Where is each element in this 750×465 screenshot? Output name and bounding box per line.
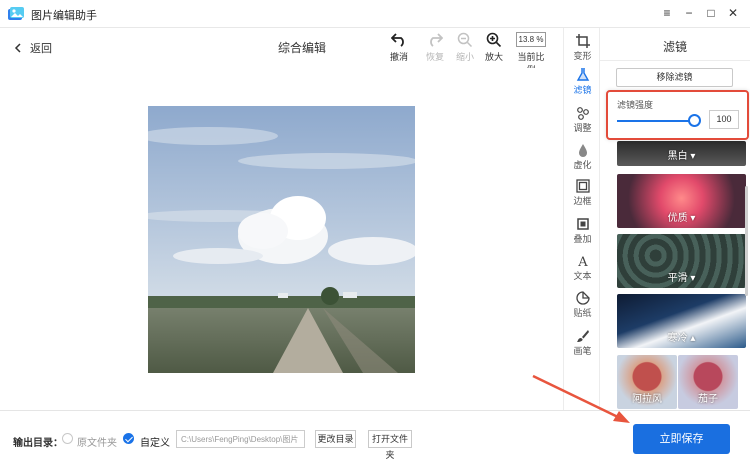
panel-divider [600,60,750,61]
filter-panel: 滤镜 移除滤镜 黑白 ▾ 优质 ▾ 平滑 ▾ 寒冷 ▴ 阿拉风 茄子 滤镜强度 … [600,28,750,410]
window-title: 图片编辑助手 [31,10,97,22]
side-tool-border[interactable]: 边框 [564,179,601,207]
crop-icon [575,34,590,48]
sticker-icon [575,291,590,305]
edited-photo [148,106,415,373]
filter-item-arab[interactable]: 阿拉风 [617,355,677,409]
editor-toolbar: 返回 综合编辑 撤消 恢复 缩小 放大 13.8 % 当前比例 [0,28,563,75]
chevron-left-icon [14,43,21,53]
filter-label: 黑白 ▾ [667,151,696,162]
panel-scrollbar[interactable] [745,186,748,296]
tool-sidebar: 变形 滤镜 调整 虚化 边框 叠加 A 文本 贴纸 画笔 [563,28,600,410]
redo-button[interactable]: 恢复 [420,32,450,63]
filter-strength-label: 滤镜强度 [617,100,654,110]
filter-strength-slider-track[interactable] [617,120,695,122]
filter-strength-slider-handle[interactable] [688,114,701,127]
svg-text:A: A [577,255,588,268]
filter-item-black-white[interactable]: 黑白 ▾ [617,141,746,166]
brush-icon [576,330,589,342]
custom-folder-radio[interactable] [123,433,134,444]
redo-icon [430,33,443,47]
filter-strength-value[interactable]: 100 [709,110,739,129]
text-icon: A [577,255,588,268]
panel-title: 滤镜 [662,40,687,54]
dots-icon [576,107,589,120]
change-directory-button[interactable]: 更改目录 [315,430,356,448]
original-folder-label[interactable]: 原文件夹 [77,434,117,449]
side-tool-label: 滤镜 [573,85,592,95]
custom-folder-label[interactable]: 自定义 [140,434,170,449]
side-tool-label: 贴纸 [573,308,592,318]
side-tool-brush[interactable]: 画笔 [564,329,601,357]
filter-label: 茄子 [698,394,718,405]
output-directory-label: 输出目录： [13,438,63,449]
open-folder-button[interactable]: 打开文件夹 [368,430,412,460]
flask-icon [576,68,589,81]
zoom-in-icon [486,32,502,47]
remove-filter-button[interactable]: 移除滤镜 [616,68,733,87]
side-tool-label: 文本 [573,271,592,281]
side-tool-label: 画笔 [573,346,592,356]
zoom-value: 13.8 % [516,32,546,47]
back-label: 返回 [30,43,52,55]
filter-strength-popup: 滤镜强度 100 [606,90,749,140]
side-tool-label: 边框 [573,196,592,206]
side-tool-sticker[interactable]: 贴纸 [564,291,601,319]
page-title: 综合编辑 [278,41,327,55]
side-tool-filter[interactable]: 滤镜 [564,68,601,96]
bottom-bar: 输出目录： 原文件夹 自定义 更改目录 打开文件夹 立即保存 [0,410,750,465]
side-tool-adjust[interactable]: 调整 [564,106,601,134]
app-logo-icon [8,7,24,20]
back-button[interactable]: 返回 [14,40,52,56]
side-tool-label: 虚化 [573,160,592,170]
filter-item-smooth[interactable]: 平滑 ▾ [617,234,746,288]
drop-icon [578,144,587,157]
minimize-button[interactable]: − [681,4,697,22]
redo-label: 恢复 [425,52,444,62]
filter-item-premium[interactable]: 优质 ▾ [617,174,746,228]
side-tool-text[interactable]: A 文本 [564,254,601,282]
filter-label: 优质 ▾ [667,213,696,224]
title-bar: 图片编辑助手 ≡ − □ ✕ [0,0,750,28]
zoom-in-button[interactable]: 放大 [479,32,509,63]
original-folder-radio[interactable] [62,433,73,444]
maximize-button[interactable]: □ [703,4,719,22]
output-path-input[interactable] [176,430,305,448]
filter-item-eggplant[interactable]: 茄子 [678,355,738,409]
side-tool-label: 变形 [573,51,592,61]
save-now-button[interactable]: 立即保存 [633,424,730,454]
filter-item-cold[interactable]: 寒冷 ▴ [617,294,746,348]
undo-icon [391,33,404,47]
filter-label: 阿拉风 [632,394,662,405]
close-button[interactable]: ✕ [725,4,741,22]
side-tool-label: 调整 [573,123,592,133]
filter-label: 平滑 ▾ [667,273,696,284]
side-tool-overlay[interactable]: 叠加 [564,217,601,245]
zoom-out-button[interactable]: 缩小 [450,32,480,63]
filter-label: 寒冷 ▴ [667,333,696,344]
frame-icon [575,179,590,193]
zoom-out-icon [457,32,473,47]
side-tool-label: 叠加 [573,234,592,244]
minimize-to-tray-icon[interactable]: ≡ [659,4,675,22]
side-tool-blur[interactable]: 虚化 [564,143,601,171]
undo-label: 撤消 [389,52,408,62]
zoom-out-label: 缩小 [455,52,474,62]
undo-button[interactable]: 撤消 [384,32,414,63]
layers-icon [576,218,589,230]
zoom-in-label: 放大 [484,52,503,62]
side-tool-transform[interactable]: 变形 [564,34,601,62]
